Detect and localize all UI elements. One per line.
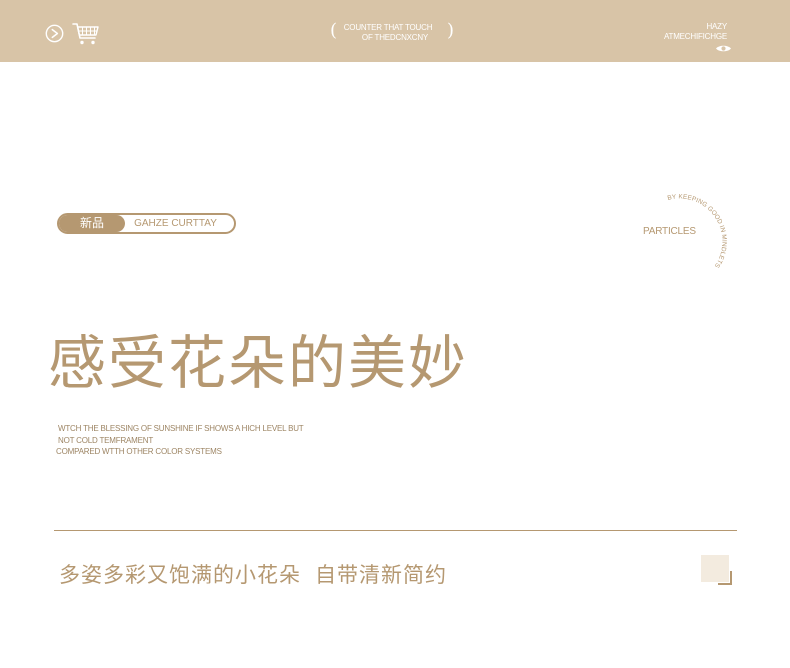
- new-product-badge: 新品 GAHZE CURTTAY: [57, 213, 236, 234]
- description-line2: NOT COLD TEMFRAMENT: [58, 435, 154, 445]
- top-header-bar: ( COUNTER THAT TOUCH OF THEDCNXCNY ) HAZ…: [0, 0, 790, 62]
- sub-headline-part1: 多姿多彩又饱满的小花朵: [59, 563, 301, 587]
- shopping-cart-icon[interactable]: [72, 22, 99, 46]
- description-line3: COMPARED WTTH OTHER COLOR SYSTEMS: [56, 447, 222, 456]
- corner-decoration: [701, 555, 732, 585]
- section-divider: [54, 530, 737, 531]
- sub-headline-part2: 自带清新简约: [315, 563, 447, 587]
- header-right-caption: HAZY ATMECHIFICHGE: [664, 22, 727, 42]
- header-right-line2: ATMECHIFICHGE: [663, 32, 727, 41]
- corner-bracket-mark: [718, 571, 732, 585]
- sub-headline: 多姿多彩又饱满的小花朵 自带清新简约: [59, 560, 447, 590]
- page-headline: 感受花朵的美妙: [48, 329, 469, 397]
- header-right-line1: HAZY: [706, 22, 727, 31]
- svg-text:BY KEEPING GOOD IN MINDLETS GO: BY KEEPING GOOD IN MINDLETS GO NOW: [640, 180, 727, 271]
- right-bracket: ): [447, 20, 455, 41]
- header-center-line1: COUNTER THAT TOUCH: [343, 23, 433, 32]
- circular-text-ring: BY KEEPING GOOD IN MINDLETS GO NOW: [640, 180, 727, 271]
- header-center-line2: OF THEDCNXCNY: [361, 33, 429, 42]
- eye-icon[interactable]: [715, 44, 732, 53]
- left-bracket: (: [330, 20, 338, 41]
- description-block: WTCH THE BLESSING OF SUNSHINE IF SHOWS A…: [56, 423, 304, 458]
- header-center-caption: COUNTER THAT TOUCH OF THEDCNXCNY: [341, 23, 435, 43]
- ring-text: BY KEEPING GOOD IN MINDLETS GO NOW: [640, 180, 727, 271]
- new-tag: 新品: [59, 215, 125, 232]
- play-circle-icon[interactable]: [45, 24, 64, 43]
- description-line1: WTCH THE BLESSING OF SUNSHINE IF SHOWS A…: [58, 424, 304, 433]
- product-name: GAHZE CURTTAY: [134, 218, 217, 229]
